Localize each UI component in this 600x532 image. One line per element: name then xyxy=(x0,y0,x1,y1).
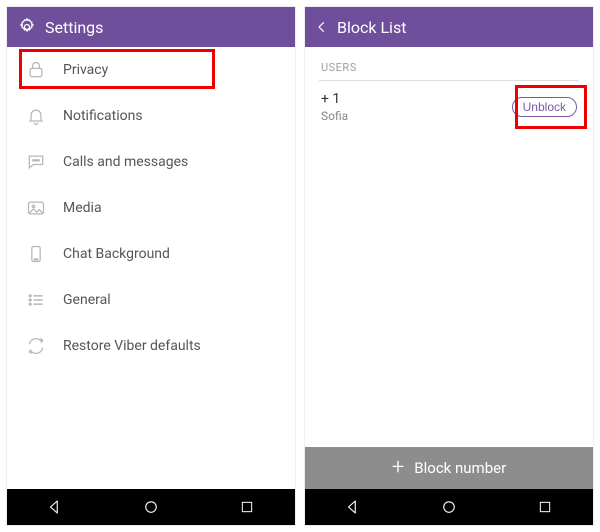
chat-icon xyxy=(25,151,47,173)
settings-screen: Settings Privacy N xyxy=(6,6,296,526)
image-icon xyxy=(25,197,47,219)
blocklist-header: Block List xyxy=(305,7,593,47)
wallpaper-icon xyxy=(25,243,47,265)
android-navbar xyxy=(7,489,295,525)
plus-icon: + xyxy=(392,457,404,479)
settings-item-label: Calls and messages xyxy=(63,154,188,170)
settings-item-label: Restore Viber defaults xyxy=(63,338,201,354)
block-number-button[interactable]: + Block number xyxy=(305,447,593,489)
blocked-user-number: + 1 xyxy=(321,91,504,107)
bell-icon xyxy=(25,105,47,127)
nav-back-button[interactable] xyxy=(35,498,75,516)
blocked-user-row: + 1 Sofia Unblock xyxy=(305,81,593,133)
lock-icon xyxy=(25,59,47,81)
list-icon xyxy=(25,289,47,311)
settings-item-notifications[interactable]: Notifications xyxy=(7,93,295,139)
nav-home-button[interactable] xyxy=(429,498,469,516)
settings-item-label: Chat Background xyxy=(63,246,170,262)
nav-recent-button[interactable] xyxy=(227,499,267,515)
settings-list: Privacy Notifications xyxy=(7,47,295,489)
settings-item-label: General xyxy=(63,292,111,308)
settings-item-privacy[interactable]: Privacy xyxy=(7,47,295,93)
settings-item-label: Privacy xyxy=(63,62,108,78)
blocklist-content: USERS + 1 Sofia Unblock + Block number xyxy=(305,47,593,489)
blocklist-screen: Block List USERS + 1 Sofia Unblock + Blo… xyxy=(304,6,594,526)
settings-item-calls-messages[interactable]: Calls and messages xyxy=(7,139,295,185)
gear-icon xyxy=(17,17,37,37)
settings-item-media[interactable]: Media xyxy=(7,185,295,231)
settings-header: Settings xyxy=(7,7,295,47)
blocked-user-name: Sofia xyxy=(321,109,504,123)
nav-back-button[interactable] xyxy=(333,498,373,516)
android-navbar xyxy=(305,489,593,525)
nav-recent-button[interactable] xyxy=(525,499,565,515)
settings-item-chat-background[interactable]: Chat Background xyxy=(7,231,295,277)
back-icon[interactable] xyxy=(315,20,329,34)
block-number-label: Block number xyxy=(414,459,506,477)
settings-title: Settings xyxy=(45,18,103,37)
settings-item-restore-defaults[interactable]: Restore Viber defaults xyxy=(7,323,295,369)
refresh-icon xyxy=(25,335,47,357)
unblock-button[interactable]: Unblock xyxy=(512,97,577,117)
settings-item-label: Media xyxy=(63,200,102,216)
settings-item-general[interactable]: General xyxy=(7,277,295,323)
users-section-label: USERS xyxy=(305,47,593,80)
nav-home-button[interactable] xyxy=(131,498,171,516)
blocklist-title: Block List xyxy=(337,18,406,37)
settings-item-label: Notifications xyxy=(63,108,143,124)
